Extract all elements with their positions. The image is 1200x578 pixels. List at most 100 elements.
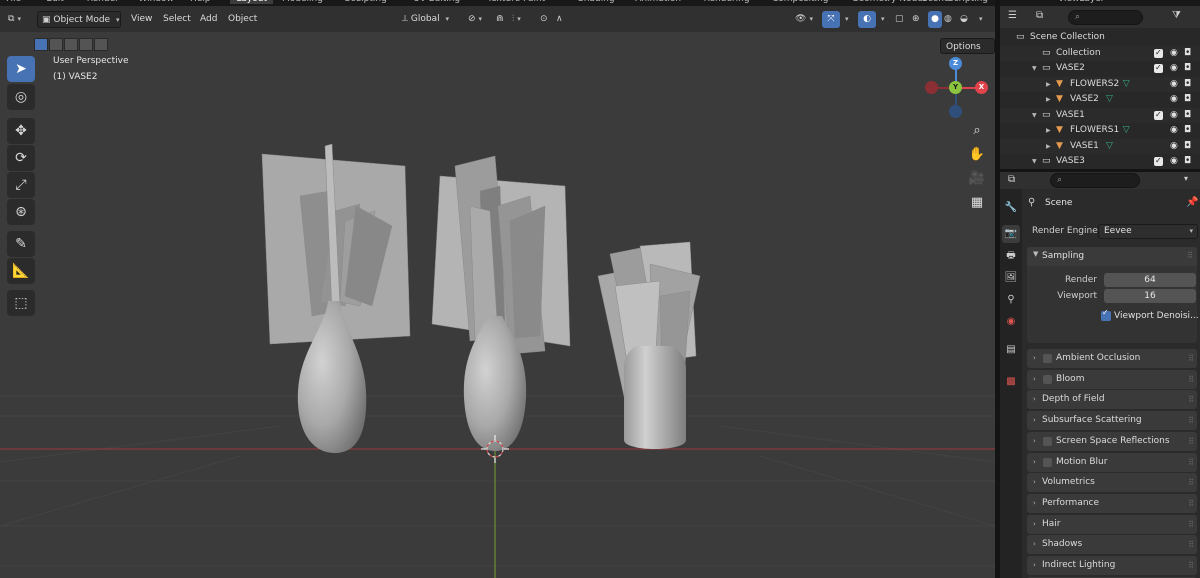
gizmo-z-axis[interactable]: Z xyxy=(949,57,962,70)
chevron-down-icon[interactable]: ▼ xyxy=(1032,154,1037,169)
outliner-row[interactable]: ▶ ▼ VASE2 ▽ ◉ ◘ xyxy=(1000,92,1200,108)
camera-icon[interactable]: ◘ xyxy=(1184,108,1191,123)
tab-scene[interactable]: ⚲ xyxy=(1002,291,1020,309)
shading-material-button[interactable]: ◍ xyxy=(944,11,952,28)
navigation-gizmo[interactable]: Z X Y xyxy=(920,54,992,118)
outliner-row[interactable]: ▭ Scene Collection xyxy=(1000,30,1200,46)
drag-grip-icon[interactable]: ⠿ xyxy=(1188,556,1194,575)
enable-checkbox[interactable] xyxy=(1043,374,1052,384)
select-subtract-button[interactable] xyxy=(64,38,78,51)
workspace-tab-edit[interactable]: Edit xyxy=(46,0,63,4)
tab-tool[interactable]: 🔧 xyxy=(1002,199,1020,217)
workspace-tab-shading[interactable]: Shading xyxy=(578,0,615,4)
camera-icon[interactable]: ◘ xyxy=(1184,123,1191,138)
view-layer-selector[interactable]: ViewLayer xyxy=(1058,0,1104,4)
workspace-tab-help[interactable]: Help xyxy=(190,0,211,4)
tool-measure[interactable]: 📐 xyxy=(7,258,35,284)
tool-move[interactable]: ✥ xyxy=(7,118,35,144)
shading-dropdown[interactable]: ▾ xyxy=(976,11,983,28)
gizmo-dropdown[interactable]: ▾ xyxy=(842,11,849,28)
pivot-point-button[interactable]: ⊘ ▾ xyxy=(468,11,482,28)
select-new-button[interactable] xyxy=(34,38,48,51)
viewport-samples-field[interactable]: 16 xyxy=(1104,289,1196,303)
gizmo-neg-z-axis[interactable] xyxy=(949,105,962,118)
panel-subsurface-scattering[interactable]: › Subsurface Scattering ⠿ xyxy=(1027,411,1197,431)
camera-icon[interactable]: ◘ xyxy=(1184,77,1191,92)
outliner-editor-icon[interactable]: ☰ xyxy=(1008,10,1017,21)
outliner-row[interactable]: ▼ ▭ VASE1 ◉ ◘ xyxy=(1000,107,1200,123)
workspace-tab-file[interactable]: File xyxy=(6,0,21,4)
drag-grip-icon[interactable]: ⠿ xyxy=(1188,370,1194,389)
options-chevron-icon[interactable]: ▾ xyxy=(1184,174,1188,183)
eye-icon[interactable]: ◉ xyxy=(1170,77,1178,92)
display-mode-icon[interactable]: ⧉ xyxy=(1036,10,1043,21)
outliner-search-input[interactable]: ⌕ xyxy=(1068,10,1143,25)
mode-dropdown[interactable]: ▣ Object Mode ▾ xyxy=(37,11,121,28)
viewport-denoise-checkbox[interactable]: ✓ xyxy=(1101,308,1111,321)
select-extend-button[interactable] xyxy=(49,38,63,51)
gizmo-neg-x-axis[interactable] xyxy=(925,81,938,94)
tab-view-layer[interactable]: 🖼 xyxy=(1002,269,1020,287)
menu-add[interactable]: Add xyxy=(200,11,217,28)
enable-checkbox[interactable] xyxy=(1043,354,1052,363)
camera-icon[interactable]: ◘ xyxy=(1184,154,1191,169)
workspace-tab-render[interactable]: Render xyxy=(87,0,119,4)
chevron-down-icon[interactable]: ▼ xyxy=(1032,61,1037,76)
chevron-right-icon[interactable]: ▶ xyxy=(1046,123,1051,138)
workspace-tab-sculpting[interactable]: Sculpting xyxy=(345,0,387,4)
eye-icon[interactable]: ◉ xyxy=(1170,46,1178,61)
workspace-tab-scripting[interactable]: Scripting xyxy=(948,0,988,4)
workspace-tab-modeling[interactable]: Modeling xyxy=(282,0,323,4)
gizmo-x-axis[interactable]: X xyxy=(975,81,988,94)
panel-screen-space-reflections[interactable]: › Screen Space Reflections ⠿ xyxy=(1027,431,1197,451)
workspace-tab-compositing[interactable]: Compositing xyxy=(772,0,828,4)
eye-icon[interactable]: ◉ xyxy=(1170,108,1178,123)
outliner-row[interactable]: ▶ ▼ FLOWERS1 ▽ ◉ ◘ xyxy=(1000,123,1200,139)
chevron-down-icon[interactable]: ▼ xyxy=(1032,108,1037,123)
camera-icon[interactable]: ◘ xyxy=(1184,92,1191,107)
workspace-tab-animation[interactable]: Animation xyxy=(635,0,681,4)
proportional-edit-button[interactable]: ⊙ xyxy=(540,11,548,28)
properties-editor-icon[interactable]: ⧉ xyxy=(1008,174,1015,185)
xray-button[interactable]: ▢ xyxy=(895,11,904,28)
drag-grip-icon[interactable]: ⠿ xyxy=(1188,390,1194,409)
tool-annotate[interactable]: ✎ xyxy=(7,231,35,257)
render-samples-field[interactable]: 64 xyxy=(1104,273,1196,287)
snap-target-button[interactable]: ⫶ ▾ xyxy=(512,11,521,28)
options-dropdown[interactable]: Options ▾ xyxy=(940,38,995,67)
tab-texture[interactable]: ▩ xyxy=(1002,373,1020,391)
exclude-checkbox[interactable] xyxy=(1154,107,1163,122)
eye-icon[interactable]: ◉ xyxy=(1170,139,1178,154)
outliner-row[interactable]: ▭ Collection ◉ ◘ xyxy=(1000,45,1200,61)
panel-indirect-lighting[interactable]: › Indirect Lighting ⠿ xyxy=(1027,556,1197,575)
workspace-tab-uv-editing[interactable]: UV Editing xyxy=(413,0,460,4)
show-gizmo-button[interactable]: ⤧ xyxy=(822,11,840,28)
tab-world[interactable]: ◉ xyxy=(1002,313,1020,331)
gizmo-y-axis[interactable]: Y xyxy=(949,81,962,94)
drag-grip-icon[interactable]: ⠿ xyxy=(1188,494,1194,513)
panel-volumetrics[interactable]: › Volumetrics ⠿ xyxy=(1027,473,1197,493)
tab-output[interactable]: 🖶 xyxy=(1002,247,1020,265)
chevron-right-icon[interactable]: ▶ xyxy=(1046,92,1051,107)
shading-wireframe-button[interactable]: ⊕ xyxy=(912,11,920,28)
viewport-gizmo-toggle[interactable]: 👁 ▾ xyxy=(795,11,813,28)
camera-icon[interactable]: ◘ xyxy=(1184,46,1191,61)
pin-icon[interactable]: 📌 xyxy=(1186,197,1198,208)
tool-rotate[interactable]: ⟳ xyxy=(7,145,35,171)
exclude-checkbox[interactable] xyxy=(1154,60,1163,75)
drag-grip-icon[interactable]: ⠿ xyxy=(1188,473,1194,492)
camera-icon[interactable]: ◘ xyxy=(1184,61,1191,76)
outliner-row[interactable]: ▶ ▼ FLOWERS2 ▽ ◉ ◘ xyxy=(1000,76,1200,92)
pan-view-button[interactable]: ✋ xyxy=(966,144,988,166)
drag-grip-icon[interactable]: ⠿ xyxy=(1188,515,1194,534)
drag-grip-icon[interactable]: ⠿ xyxy=(1187,251,1193,260)
outliner-row[interactable]: ▼ ▭ VASE3 ◉ ◘ xyxy=(1000,153,1200,169)
tab-render[interactable]: 📷 xyxy=(1002,225,1020,243)
eye-icon[interactable]: ◉ xyxy=(1170,92,1178,107)
sampling-header[interactable]: ▼ Sampling ⠿ xyxy=(1027,247,1197,266)
overlays-dropdown[interactable]: ▾ xyxy=(878,11,885,28)
enable-checkbox[interactable] xyxy=(1043,457,1052,467)
zoom-view-button[interactable]: ⌕ xyxy=(966,120,988,142)
panel-bloom[interactable]: › Bloom ⠿ xyxy=(1027,369,1197,389)
overlays-button[interactable]: ◐ xyxy=(858,11,876,28)
